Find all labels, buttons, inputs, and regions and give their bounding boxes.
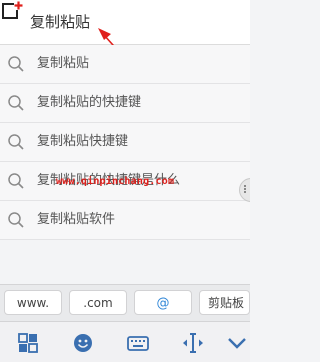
suggestion-item[interactable]: 复制粘贴的快捷键 — [0, 84, 250, 123]
keyboard-toolbar — [0, 321, 250, 362]
drag-dots-icon — [244, 185, 249, 193]
search-icon — [8, 134, 24, 150]
add-window-icon[interactable] — [0, 0, 24, 24]
search-icon — [8, 173, 24, 189]
com-button[interactable]: .com — [69, 290, 127, 315]
www-button[interactable]: www. — [4, 290, 62, 315]
clipboard-button[interactable]: 剪贴板 — [199, 290, 250, 315]
search-icon — [8, 56, 24, 72]
suggestion-text: 复制粘贴的快捷键 — [37, 95, 142, 110]
screen: 复制粘贴 复制粘贴的快捷键 复制粘贴快捷键 复制粘贴的快捷键是什么 — [0, 0, 250, 362]
suggestion-list: 复制粘贴 复制粘贴的快捷键 复制粘贴快捷键 复制粘贴的快捷键是什么 复制粘贴软件 — [0, 45, 250, 240]
cursor-move-icon[interactable] — [182, 332, 204, 354]
suggestion-text: 复制粘贴软件 — [37, 212, 116, 227]
search-input[interactable] — [30, 8, 236, 36]
at-button[interactable]: @ — [134, 290, 192, 315]
search-icon — [8, 95, 24, 111]
keyboard-icon[interactable] — [127, 332, 149, 354]
emoji-icon[interactable] — [72, 332, 94, 354]
grid-icon[interactable] — [17, 332, 39, 354]
search-bar — [0, 0, 250, 45]
suggestion-item[interactable]: 复制粘贴软件 — [0, 201, 250, 240]
keyboard-hide-icon[interactable] — [226, 332, 248, 354]
suggestion-text: 复制粘贴 — [37, 56, 90, 71]
suggestion-text: 复制粘贴快捷键 — [37, 134, 129, 149]
quick-input-bar: www. .com @ 剪贴板 — [0, 284, 250, 321]
watermark: www.qinpinchang.com — [56, 176, 175, 187]
suggestion-item[interactable]: 复制粘贴 — [0, 45, 250, 84]
search-icon — [8, 212, 24, 228]
suggestion-item[interactable]: 复制粘贴快捷键 — [0, 123, 250, 162]
